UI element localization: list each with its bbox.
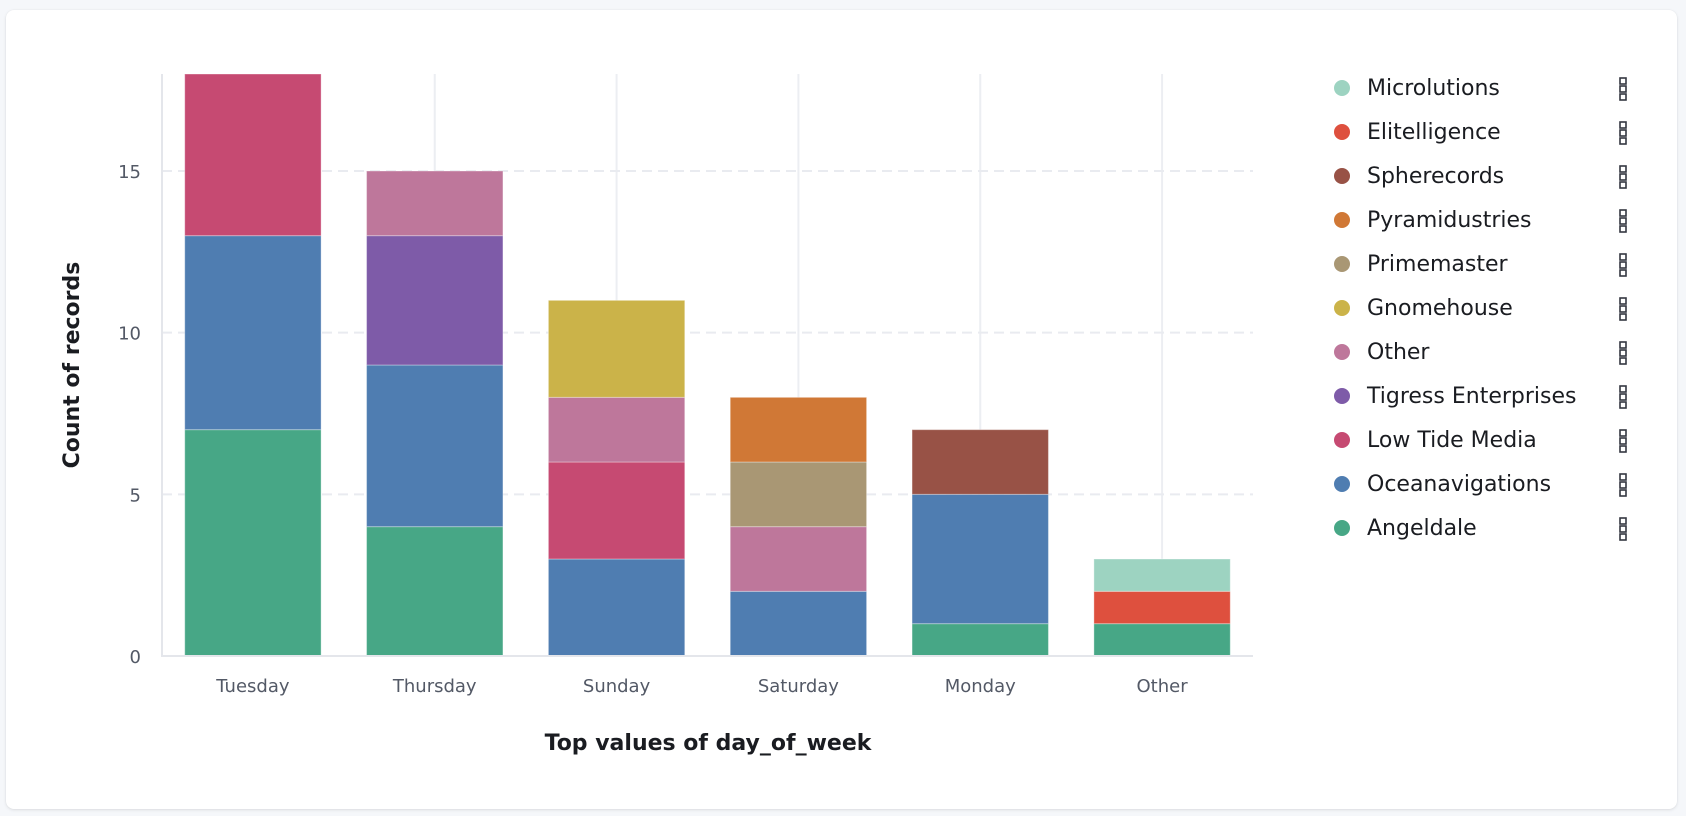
legend-item[interactable]: Angeldale [1325, 506, 1645, 550]
bar-segment[interactable] [729, 461, 868, 528]
legend-color-dot-icon[interactable] [1334, 344, 1350, 360]
boxes-vertical-icon[interactable] [1617, 77, 1629, 101]
bar-segment[interactable] [184, 429, 322, 657]
legend-label[interactable]: Tigress Enterprises [1367, 384, 1576, 409]
boxes-vertical-icon[interactable] [1617, 385, 1629, 409]
boxes-vertical-icon[interactable] [1617, 429, 1629, 453]
bar-segment[interactable] [366, 235, 504, 366]
boxes-vertical-icon[interactable] [1617, 517, 1629, 541]
legend-label[interactable]: Low Tide Media [1367, 428, 1537, 453]
bar-segment[interactable] [911, 623, 1049, 657]
legend-item[interactable]: Gnomehouse [1325, 286, 1645, 330]
legend-color-dot-icon[interactable] [1334, 300, 1350, 316]
bar-segment[interactable] [366, 170, 504, 237]
axis-layer [161, 74, 1253, 657]
legend-color-dot-icon[interactable] [1334, 80, 1350, 96]
y-axis-title: Count of records [60, 262, 85, 469]
legend-item[interactable]: Other [1325, 330, 1645, 374]
legend: Microlutions Elitelligence Spherecords Pyra… [1325, 66, 1645, 550]
boxes-vertical-icon[interactable] [1617, 297, 1629, 321]
y-tick-label: 5 [130, 485, 141, 506]
bars-layer [184, 73, 1231, 657]
legend-color-dot-icon[interactable] [1334, 212, 1350, 228]
legend-color-dot-icon[interactable] [1334, 124, 1350, 140]
x-tick-label: Sunday [583, 676, 651, 697]
legend-color-dot-icon[interactable] [1334, 256, 1350, 272]
legend-label[interactable]: Primemaster [1367, 252, 1508, 277]
y-tick-label: 0 [130, 647, 141, 668]
x-tick-label: Saturday [758, 676, 839, 697]
legend-item[interactable]: Primemaster [1325, 242, 1645, 286]
boxes-vertical-icon[interactable] [1617, 473, 1629, 497]
bar-segment[interactable] [729, 396, 868, 463]
legend-item[interactable]: Microlutions [1325, 66, 1645, 110]
boxes-vertical-icon[interactable] [1617, 253, 1629, 277]
legend-item[interactable]: Tigress Enterprises [1325, 374, 1645, 418]
bar-segment[interactable] [184, 73, 322, 237]
legend-item[interactable]: Oceanavigations [1325, 462, 1645, 506]
legend-label[interactable]: Spherecords [1367, 164, 1504, 189]
bar-segment[interactable] [547, 396, 686, 463]
bar-segment[interactable] [366, 364, 504, 528]
bar-segment[interactable] [547, 558, 686, 657]
legend-label[interactable]: Microlutions [1367, 76, 1500, 101]
legend-label[interactable]: Oceanavigations [1367, 472, 1551, 497]
legend-item[interactable]: Pyramidustries [1325, 198, 1645, 242]
y-tick-label: 10 [118, 324, 141, 345]
legend-color-dot-icon[interactable] [1334, 476, 1350, 492]
x-axis-title: Top values of day_of_week [545, 731, 873, 756]
x-tick-label: Tuesday [215, 676, 290, 697]
legend-label[interactable]: Angeldale [1367, 516, 1477, 541]
bar-segment[interactable] [1093, 623, 1231, 657]
bar-segment[interactable] [547, 461, 686, 560]
boxes-vertical-icon[interactable] [1617, 209, 1629, 233]
legend-color-dot-icon[interactable] [1334, 432, 1350, 448]
bar-segment[interactable] [547, 299, 686, 398]
legend-color-dot-icon[interactable] [1334, 168, 1350, 184]
x-tick-label: Thursday [392, 676, 477, 697]
boxes-vertical-icon[interactable] [1617, 121, 1629, 145]
bar-segment[interactable] [184, 235, 322, 431]
bar-segment[interactable] [1093, 590, 1231, 625]
legend-color-dot-icon[interactable] [1334, 388, 1350, 404]
bar-segment[interactable] [729, 526, 868, 592]
x-tick-label: Monday [945, 676, 1016, 697]
y-tick-labels: 0 5 10 15 [118, 162, 141, 668]
legend-label[interactable]: Other [1367, 340, 1429, 365]
bar-segment[interactable] [729, 590, 868, 657]
bar-segment[interactable] [1093, 558, 1231, 592]
bar-segment[interactable] [911, 429, 1049, 495]
legend-item[interactable]: Low Tide Media [1325, 418, 1645, 462]
boxes-vertical-icon[interactable] [1617, 165, 1629, 189]
bar-segment[interactable] [366, 526, 504, 657]
bar-segment[interactable] [911, 493, 1049, 625]
legend-label[interactable]: Pyramidustries [1367, 208, 1532, 233]
legend-item[interactable]: Spherecords [1325, 154, 1645, 198]
x-tick-label: Other [1137, 676, 1189, 697]
legend-item[interactable]: Elitelligence [1325, 110, 1645, 154]
grid-layer [162, 74, 1253, 656]
legend-label[interactable]: Gnomehouse [1367, 296, 1513, 321]
y-tick-label: 15 [118, 162, 141, 183]
boxes-vertical-icon[interactable] [1617, 341, 1629, 365]
legend-label[interactable]: Elitelligence [1367, 120, 1501, 145]
legend-color-dot-icon[interactable] [1334, 520, 1350, 536]
x-tick-labels: Tuesday Thursday Sunday Saturday Monday Other [215, 676, 1188, 697]
